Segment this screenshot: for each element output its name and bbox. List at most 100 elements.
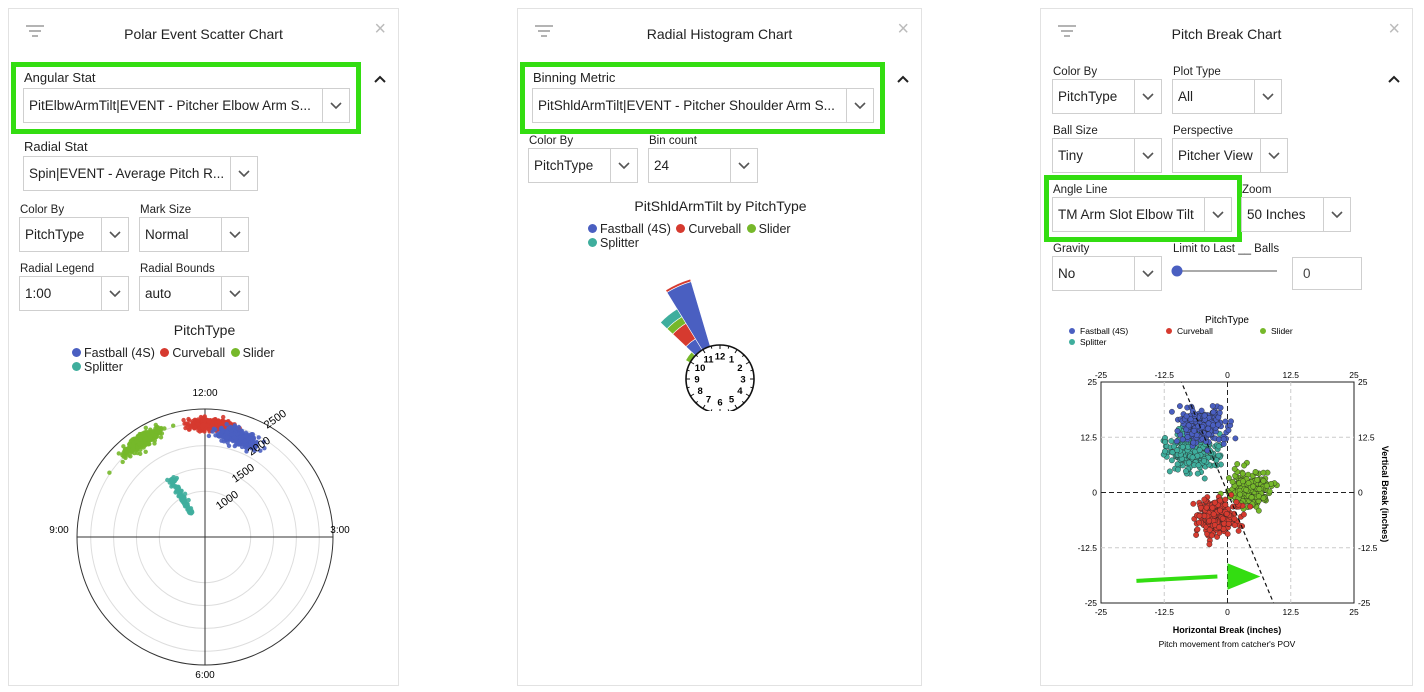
scatter-point bbox=[1231, 465, 1238, 472]
scatter-point bbox=[200, 424, 205, 429]
scatter-point bbox=[206, 433, 212, 439]
clock-tick bbox=[687, 386, 690, 389]
radial-stat-select[interactable]: Spin|EVENT - Average Pitch R... bbox=[23, 156, 258, 191]
color-by-select[interactable]: PitchType bbox=[19, 217, 129, 252]
scatter-point bbox=[1235, 527, 1242, 534]
scatter-point bbox=[1225, 427, 1232, 434]
chart-legend: Fastball (4S) Curveball Slider Splitter bbox=[72, 346, 332, 374]
chevron-down-icon[interactable] bbox=[1134, 80, 1161, 113]
limit-slider[interactable] bbox=[1171, 263, 1281, 279]
scatter-point bbox=[1205, 425, 1212, 432]
legend-item-slider[interactable]: Slider bbox=[1260, 326, 1293, 336]
svg-text:Splitter: Splitter bbox=[1080, 337, 1107, 347]
legend-item-splitter[interactable]: Splitter bbox=[1069, 337, 1107, 347]
y-tick-label: -25 bbox=[1085, 598, 1098, 608]
chevron-down-icon[interactable] bbox=[846, 89, 873, 122]
scatter-point bbox=[1240, 511, 1247, 518]
clock-label: 4 bbox=[737, 386, 743, 397]
angular-stat-select[interactable]: PitElbwArmTilt|EVENT - Pitcher Elbow Arm… bbox=[23, 88, 350, 123]
scatter-point bbox=[1201, 457, 1208, 464]
close-icon[interactable]: × bbox=[897, 19, 909, 39]
chevron-up-icon[interactable] bbox=[897, 71, 909, 86]
clock-tick bbox=[750, 369, 753, 372]
plot-type-select[interactable]: All bbox=[1172, 79, 1282, 114]
zoom-select[interactable]: 50 Inches bbox=[1241, 197, 1351, 232]
chevron-down-icon[interactable] bbox=[1204, 198, 1231, 231]
legend-item-slider[interactable]: Slider bbox=[746, 222, 791, 236]
chevron-down-icon[interactable] bbox=[322, 89, 349, 122]
y-tick-label: 25 bbox=[1088, 377, 1098, 387]
radial-stat-value: Spin|EVENT - Average Pitch R... bbox=[29, 166, 225, 181]
scatter-point bbox=[1210, 409, 1217, 416]
scatter-point bbox=[1219, 515, 1226, 522]
chevron-down-icon[interactable] bbox=[101, 218, 128, 251]
y-tick-label: -12.5 bbox=[1078, 543, 1098, 553]
bin-count-select[interactable]: 24 bbox=[648, 148, 758, 183]
chevron-down-icon[interactable] bbox=[1134, 257, 1161, 290]
legend-item-curveball[interactable]: Curveball bbox=[676, 222, 741, 236]
legend-item-splitter[interactable]: Splitter bbox=[588, 236, 639, 250]
polar-scatter-chart: 12:00 3:00 6:00 9:00 1000 1500 2000 2500 bbox=[49, 388, 350, 681]
x-tick-label: 12.5 bbox=[1282, 607, 1299, 617]
chevron-up-icon[interactable] bbox=[374, 71, 386, 86]
binning-metric-select[interactable]: PitShldArmTilt|EVENT - Pitcher Shoulder … bbox=[532, 88, 874, 123]
scatter-point bbox=[159, 427, 164, 432]
chevron-down-icon[interactable] bbox=[1323, 198, 1350, 231]
scatter-point bbox=[171, 423, 176, 428]
chevron-down-icon[interactable] bbox=[1260, 139, 1287, 172]
scatter-point bbox=[1216, 524, 1223, 531]
radial-bounds-select[interactable]: auto bbox=[139, 276, 249, 311]
chevron-down-icon[interactable] bbox=[221, 218, 248, 251]
y-tick-label: 0 bbox=[1358, 488, 1363, 498]
scatter-point bbox=[1191, 427, 1198, 434]
scatter-point bbox=[116, 451, 122, 456]
legend-item-splitter[interactable]: Splitter bbox=[72, 360, 123, 374]
scatter-point bbox=[225, 430, 230, 435]
angle-line-select[interactable]: TM Arm Slot Elbow Tilt bbox=[1052, 197, 1232, 232]
scatter-point bbox=[1168, 457, 1175, 464]
legend-item-fastball[interactable]: Fastball (4S) bbox=[1069, 326, 1128, 336]
chevron-down-icon[interactable] bbox=[1254, 80, 1281, 113]
chevron-down-icon[interactable] bbox=[1134, 139, 1161, 172]
close-icon[interactable]: × bbox=[1388, 19, 1400, 39]
color-by-select[interactable]: PitchType bbox=[528, 148, 638, 183]
y-tick-label: 12.5 bbox=[1080, 432, 1097, 442]
binning-metric-label: Binning Metric bbox=[533, 70, 616, 85]
chevron-down-icon[interactable] bbox=[221, 277, 248, 310]
clock-label: 5 bbox=[729, 394, 735, 405]
mark-size-select[interactable]: Normal bbox=[139, 217, 249, 252]
chevron-down-icon[interactable] bbox=[101, 277, 128, 310]
legend-item-curveball[interactable]: Curveball bbox=[1166, 326, 1213, 336]
legend-dot bbox=[588, 238, 597, 247]
x-tick-label: 25 bbox=[1349, 607, 1359, 617]
legend-item-slider[interactable]: Slider bbox=[230, 346, 275, 360]
panel-title: Polar Event Scatter Chart bbox=[124, 26, 283, 42]
legend-item-curveball[interactable]: Curveball bbox=[160, 346, 225, 360]
scatter-point bbox=[1232, 435, 1239, 442]
limit-input[interactable]: 0 bbox=[1292, 257, 1362, 290]
angle-line-value: TM Arm Slot Elbow Tilt bbox=[1058, 207, 1194, 222]
bin-count-label: Bin count bbox=[649, 135, 697, 147]
radial-legend-select[interactable]: 1:00 bbox=[19, 276, 129, 311]
limit-label: Limit to Last __ Balls bbox=[1173, 243, 1280, 255]
chart-legend: Fastball (4S) Curveball Slider Splitter bbox=[588, 222, 848, 250]
svg-text:Slider: Slider bbox=[1271, 326, 1293, 336]
ball-size-select[interactable]: Tiny bbox=[1052, 138, 1162, 173]
slider-handle[interactable] bbox=[1171, 265, 1183, 277]
radial-stat-label: Radial Stat bbox=[24, 139, 88, 154]
chevron-down-icon[interactable] bbox=[610, 149, 637, 182]
color-by-value: PitchType bbox=[534, 158, 594, 173]
scatter-point bbox=[1179, 443, 1186, 450]
chevron-up-icon[interactable] bbox=[1388, 71, 1400, 86]
angular-stat-label: Angular Stat bbox=[24, 70, 96, 85]
scatter-point bbox=[1220, 441, 1227, 447]
gravity-select[interactable]: No bbox=[1052, 256, 1162, 291]
legend-item-fastball[interactable]: Fastball (4S) bbox=[588, 222, 671, 236]
perspective-select[interactable]: Pitcher View bbox=[1172, 138, 1288, 173]
legend-item-fastball[interactable]: Fastball (4S) bbox=[72, 346, 155, 360]
close-icon[interactable]: × bbox=[374, 19, 386, 39]
scatter-point bbox=[1201, 475, 1208, 482]
chevron-down-icon[interactable] bbox=[230, 157, 257, 190]
chevron-down-icon[interactable] bbox=[730, 149, 757, 182]
color-by-select[interactable]: PitchType bbox=[1052, 79, 1162, 114]
